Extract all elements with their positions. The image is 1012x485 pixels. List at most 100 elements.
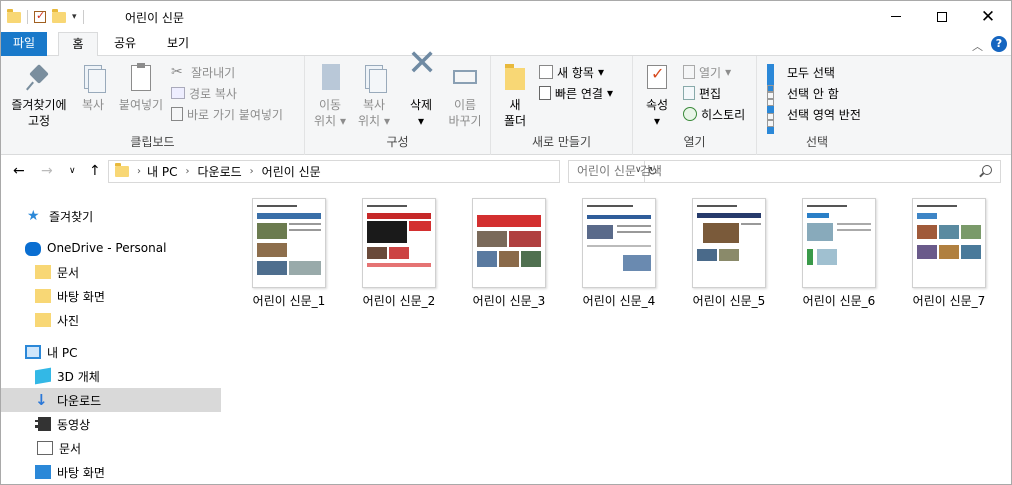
tab-file[interactable]: 파일	[1, 32, 47, 56]
new-item-icon	[539, 65, 553, 79]
nav-3d-objects[interactable]: 3D 개체	[1, 364, 221, 388]
breadcrumb-chevron[interactable]: ›	[250, 166, 254, 177]
copy-path-button[interactable]: 경로 복사	[171, 83, 237, 103]
paste-shortcut-icon	[171, 107, 183, 121]
qat-customize-icon[interactable]: ▾	[72, 12, 77, 22]
cut-button[interactable]: ✂ 잘라내기	[171, 62, 235, 82]
nav-documents[interactable]: 문서	[1, 436, 221, 460]
edit-button[interactable]: 편집	[683, 83, 721, 103]
file-item[interactable]: 어린이 신문_5	[679, 198, 779, 309]
help-icon[interactable]: ?	[991, 36, 1007, 52]
rename-button[interactable]: 이름 바꾸기	[443, 62, 487, 129]
easy-access-button[interactable]: 빠른 연결 ▾	[539, 83, 613, 103]
copy-to-label-2: 위치	[358, 114, 381, 128]
cube-3d-icon	[35, 367, 51, 385]
breadcrumb-current-folder[interactable]: 어린이 신문	[262, 163, 321, 180]
nav-onedrive-documents[interactable]: 문서	[1, 260, 221, 284]
new-item-label: 새 항목	[557, 65, 594, 80]
close-button[interactable]: ✕	[965, 1, 1011, 32]
qat-separator-2	[82, 10, 84, 24]
nav-onedrive[interactable]: OneDrive - Personal	[1, 236, 221, 260]
file-item[interactable]: 어린이 신문_6	[789, 198, 889, 309]
copy-path-label: 경로 복사	[189, 86, 237, 101]
file-item[interactable]: 어린이 신문_3	[459, 198, 559, 309]
tab-home[interactable]: 홈	[58, 32, 98, 57]
copy-button[interactable]: 복사	[73, 62, 113, 113]
folder-icon[interactable]	[7, 8, 21, 23]
file-name: 어린이 신문_4	[582, 294, 656, 308]
minimize-button[interactable]	[873, 1, 919, 32]
select-group: 모두 선택 선택 안 함 선택 영역 반전 선택	[757, 56, 877, 155]
breadcrumb-this-pc[interactable]: 내 PC	[147, 163, 177, 180]
select-all-icon	[767, 64, 783, 92]
file-item[interactable]: 어린이 신문_1	[239, 198, 339, 309]
pin-label-2: 고정	[27, 114, 51, 128]
up-icon[interactable]: ↑	[89, 163, 101, 179]
select-all-button[interactable]: 모두 선택	[767, 62, 835, 92]
paste-shortcut-button[interactable]: 바로 가기 붙여넣기	[171, 104, 283, 124]
new-item-button[interactable]: 새 항목 ▾	[539, 62, 604, 82]
select-none-icon	[767, 85, 783, 113]
invert-selection-button[interactable]: 선택 영역 반전	[767, 104, 861, 134]
file-name: 어린이 신문_5	[692, 294, 766, 308]
delete-button[interactable]: ✕ 삭제 ▾	[401, 43, 441, 129]
scissors-icon: ✂	[171, 64, 183, 80]
properties-icon[interactable]	[34, 9, 46, 23]
file-name: 어린이 신문_1	[252, 294, 326, 308]
file-item[interactable]: 어린이 신문_2	[349, 198, 449, 309]
open-group: 속성 ▾ 열기 ▾ 편집 히스토리 열기	[633, 56, 757, 155]
ribbon-collapse-icon[interactable]: ︿	[972, 38, 983, 54]
copy-to-dropdown-icon: ▾	[383, 114, 390, 128]
nav-videos[interactable]: 동영상	[1, 412, 221, 436]
pin-to-quick-access-button[interactable]: 즐겨찾기에 고정	[5, 62, 73, 129]
cut-label: 잘라내기	[191, 65, 236, 80]
move-to-button[interactable]: 이동 위치 ▾	[311, 62, 349, 129]
file-list: 어린이 신문_1 어린이 신문_2 어린이 신문_3 어린이 신문_4 어린이 …	[223, 188, 1011, 484]
nav-onedrive-pictures-label: 사진	[57, 313, 80, 328]
properties-button[interactable]: 속성 ▾	[637, 62, 677, 129]
file-item[interactable]: 어린이 신문_4	[569, 198, 669, 309]
copy-to-button[interactable]: 복사 위치 ▾	[353, 62, 395, 129]
address-bar[interactable]: › 내 PC › 다운로드 › 어린이 신문 ∨ ↻	[108, 160, 658, 183]
open-icon	[683, 65, 695, 79]
select-none-button[interactable]: 선택 안 함	[767, 83, 839, 113]
tab-share[interactable]: 공유	[105, 32, 145, 56]
history-button[interactable]: 히스토리	[683, 104, 745, 124]
nav-this-pc[interactable]: 내 PC	[1, 340, 221, 364]
properties-label: 속성	[645, 98, 669, 112]
nav-onedrive-pictures[interactable]: 사진	[1, 308, 221, 332]
minimize-icon	[891, 16, 901, 17]
paste-button[interactable]: 붙여넣기	[115, 62, 167, 113]
delete-icon: ✕	[407, 43, 438, 84]
easy-access-label: 빠른 연결	[555, 86, 603, 101]
breadcrumb-chevron[interactable]: ›	[137, 166, 141, 177]
folder-icon	[35, 289, 51, 303]
nav-desktop-label: 바탕 화면	[57, 465, 105, 480]
back-icon[interactable]: ←	[13, 163, 25, 179]
copy-to-icon	[358, 62, 390, 94]
new-folder-button[interactable]: 새 폴더	[497, 62, 533, 129]
clipboard-group-label: 클립보드	[130, 135, 175, 149]
window-title: 어린이 신문	[125, 11, 185, 25]
nav-onedrive-desktop[interactable]: 바탕 화면	[1, 284, 221, 308]
nav-quick-access[interactable]: ★ 즐겨찾기	[1, 204, 221, 228]
nav-desktop[interactable]: 바탕 화면	[1, 460, 221, 484]
maximize-button[interactable]	[919, 1, 965, 32]
history-icon	[683, 107, 697, 121]
file-item[interactable]: 어린이 신문_7	[899, 198, 999, 309]
new-folder-icon[interactable]	[52, 8, 66, 23]
ribbon-tabs: 파일 홈 공유 보기 ︿ ?	[1, 32, 1011, 57]
file-thumbnail-2	[362, 198, 436, 288]
recent-locations-icon[interactable]: ∨	[69, 166, 76, 176]
breadcrumb-downloads[interactable]: 다운로드	[197, 163, 241, 180]
paste-shortcut-label: 바로 가기 붙여넣기	[187, 107, 283, 122]
search-input[interactable]: 어린이 신문 검색	[568, 160, 1001, 183]
file-thumbnail-5	[692, 198, 766, 288]
nav-downloads[interactable]: ↓ 다운로드	[1, 388, 221, 412]
properties-big-icon	[641, 62, 673, 94]
tab-view[interactable]: 보기	[156, 32, 200, 56]
breadcrumb-chevron[interactable]: ›	[185, 166, 189, 177]
forward-icon[interactable]: →	[41, 163, 53, 179]
open-button[interactable]: 열기 ▾	[683, 62, 731, 82]
nav-videos-label: 동영상	[57, 417, 91, 432]
